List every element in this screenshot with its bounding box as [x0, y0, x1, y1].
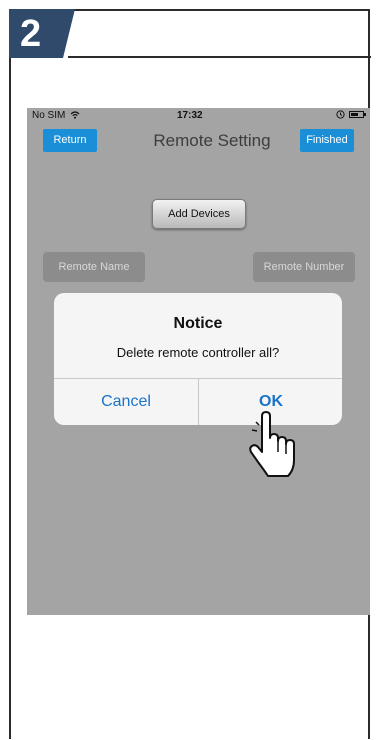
add-devices-button[interactable]: Add Devices [152, 199, 246, 229]
remote-number-header: Remote Number [253, 252, 355, 282]
alarm-icon [336, 110, 345, 119]
battery-icon [349, 111, 366, 118]
return-button[interactable]: Return [43, 129, 97, 152]
dialog-title: Notice [173, 315, 223, 332]
cancel-button[interactable]: Cancel [54, 379, 198, 425]
dialog-message: Delete remote controller all? [116, 345, 280, 360]
remote-name-header: Remote Name [43, 252, 145, 282]
step-badge [9, 9, 75, 58]
pointing-hand-icon [249, 410, 295, 477]
status-carrier-group: No SIM [32, 110, 80, 121]
status-icons [336, 110, 366, 119]
status-bar: No SIM 17:32 [27, 108, 370, 124]
status-time: 17:32 [177, 110, 203, 121]
header-divider [68, 56, 371, 58]
step-number: 2 [20, 13, 42, 55]
wifi-icon [70, 111, 80, 119]
finished-button[interactable]: Finished [300, 129, 354, 152]
carrier-label: No SIM [32, 110, 66, 121]
notice-dialog: Notice Delete remote controller all? Can… [54, 293, 342, 425]
phone-screen: No SIM 17:32 Return Remote Setting Finis… [27, 108, 370, 615]
page-title: Remote Setting [153, 131, 271, 150]
